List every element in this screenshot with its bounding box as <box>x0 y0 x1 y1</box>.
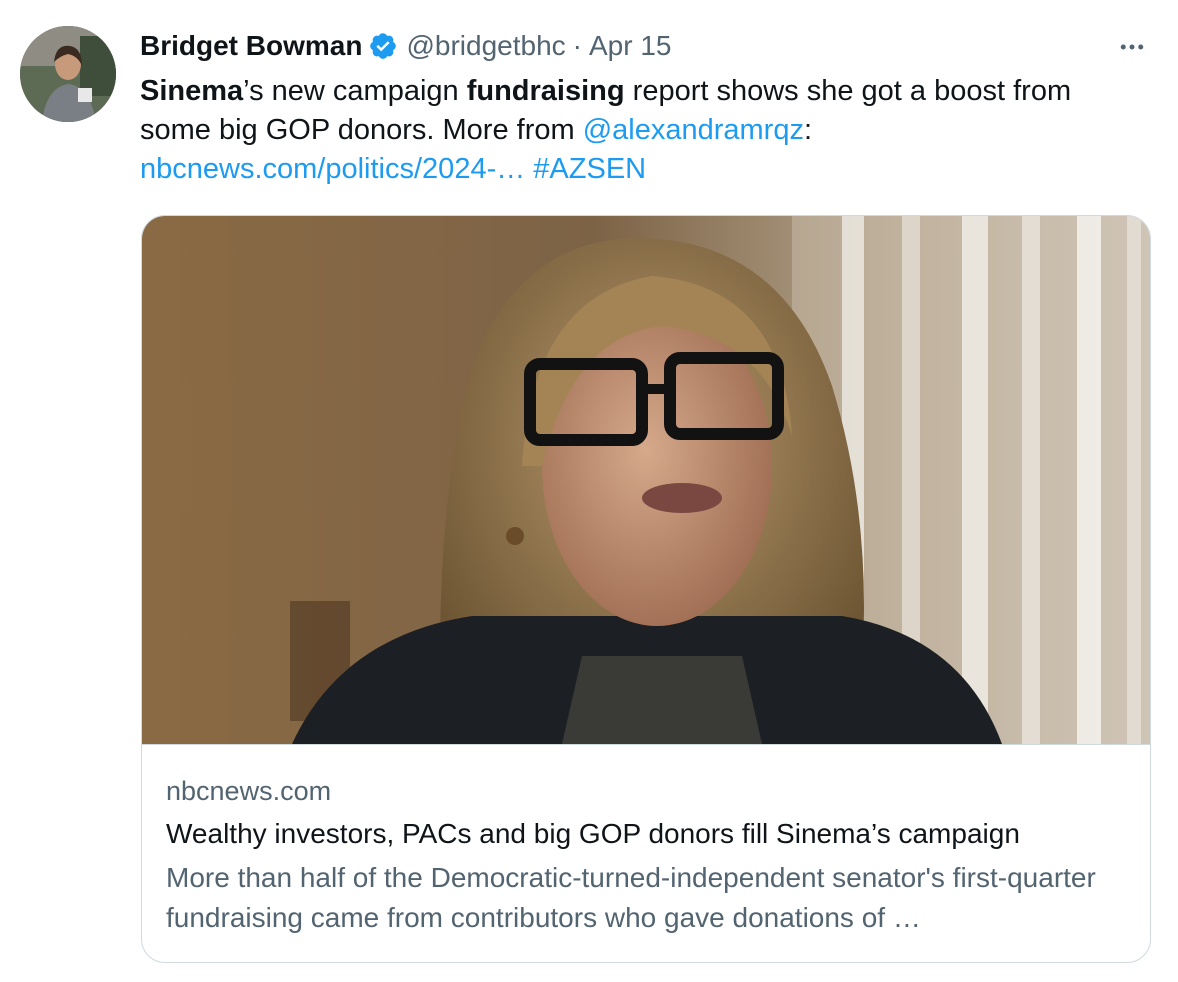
tweet-date[interactable]: Apr 15 <box>589 30 672 62</box>
card-photo <box>142 216 1150 744</box>
tweet-text-segment: ’s new campaign <box>243 75 467 107</box>
author-name[interactable]: Bridget Bowman <box>140 30 362 62</box>
avatar-photo <box>20 26 116 122</box>
tweet-text-bold-fundraising: fundraising <box>466 75 625 107</box>
verified-badge-icon <box>368 31 398 61</box>
tweet[interactable]: Bridget Bowman @bridgetbhc · Apr 15 Sine… <box>0 0 1178 982</box>
more-options-button[interactable] <box>1112 30 1152 64</box>
card-image <box>142 216 1150 745</box>
tweet-text-segment: : <box>803 114 813 146</box>
tweet-text-bold-sinema: Sinema <box>140 75 244 107</box>
card-description: More than half of the Democratic-turned-… <box>166 862 1096 933</box>
hashtag-link[interactable]: #AZSEN <box>533 153 646 185</box>
more-horizontal-icon <box>1120 44 1144 50</box>
avatar[interactable] <box>20 26 116 122</box>
header-separator: · <box>572 30 582 61</box>
link-preview-card[interactable]: nbcnews.com Wealthy investors, PACs and … <box>141 215 1151 963</box>
article-url-link[interactable]: nbcnews.com/politics/2024-… <box>140 153 525 185</box>
card-title: Wealthy investors, PACs and big GOP dono… <box>166 818 1020 849</box>
mention-link[interactable]: @alexandramrqz <box>583 114 804 146</box>
tweet-text: Sinema’s new campaign fundraising report… <box>140 72 1150 189</box>
author-handle[interactable]: @bridgetbhc <box>406 30 565 62</box>
card-domain: nbcnews.com <box>166 776 332 806</box>
tweet-header: Bridget Bowman @bridgetbhc · Apr 15 <box>140 28 671 64</box>
